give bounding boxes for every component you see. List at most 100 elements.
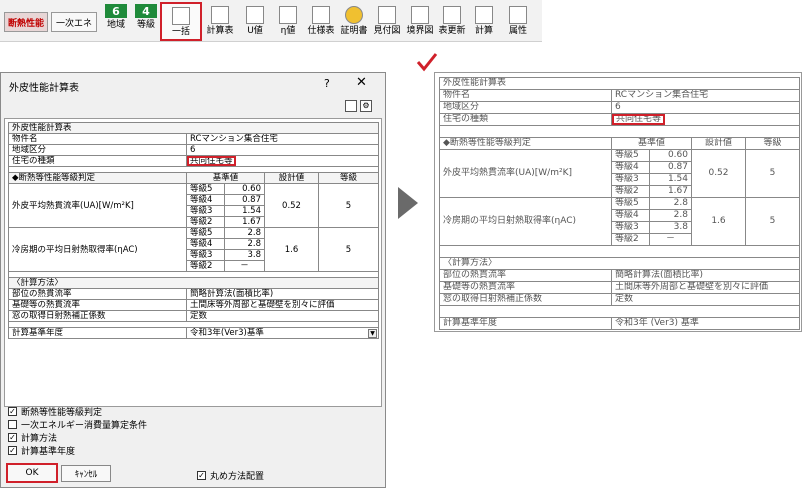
boundary-button[interactable]: 境界図 [404, 4, 436, 38]
method-checkbox[interactable]: ✓ [8, 433, 17, 442]
preview-ua-label: 外皮平均熱貫流率(UA)[W/m²K] [439, 149, 612, 198]
help-icon[interactable]: ? [324, 77, 330, 90]
eta-value-button[interactable]: η値 [273, 4, 303, 38]
preview-ua-value-4: 0.87 [649, 161, 692, 174]
judge-checkbox[interactable]: ✓ [8, 407, 17, 416]
certificate-button[interactable]: 証明書 [338, 4, 370, 38]
sheet-area[interactable]: 外皮性能計算表 物件名 RCマンション集合住宅 地域区分 6 住宅の種類 共同住宅等 … [4, 118, 382, 407]
preview-sheet: 外皮性能計算表 物件名 RCマンション集合住宅 地域区分 6 住宅の種類 共同住宅等 … [438, 77, 801, 330]
calc-sheet: 外皮性能計算表 物件名 RCマンション集合住宅 地域区分 6 住宅の種類 共同住宅等 … [7, 122, 380, 339]
preview-eta-design: 1.6 [691, 197, 746, 246]
option-primary-energy[interactable]: 一次エネルギー消費量算定条件 [8, 418, 147, 431]
grade-button[interactable]: 4 等級 [133, 4, 159, 38]
option-method[interactable]: ✓ 計算方法 [8, 431, 57, 444]
attribute-button[interactable]: 属性 [505, 4, 531, 38]
method-value-1[interactable]: 簡略計算法(面積比率) [185, 288, 380, 300]
year-select[interactable]: 令和3年(Ver3)基準 ▼ [185, 327, 380, 339]
calculate-label: 計算 [474, 26, 493, 36]
eta-grade-3: 等級3 [186, 249, 225, 261]
method-value-3[interactable]: 定数 [185, 310, 380, 322]
preview-eta-value-3: 3.8 [649, 221, 692, 234]
housing-value[interactable]: 共同住宅等 [187, 156, 236, 166]
preview-eta-grade-4: 等級4 [611, 209, 650, 222]
batch-button[interactable]: 一括 [160, 2, 202, 41]
preview-ua-grade-2: 等級2 [611, 185, 650, 198]
maru-checkbox[interactable]: ✓ [197, 471, 206, 480]
close-icon[interactable]: ✕ [356, 75, 367, 90]
elevation-button[interactable]: 見付図 [371, 4, 403, 38]
calculate-button[interactable]: 計算 [471, 4, 497, 38]
table-update-button[interactable]: 表更新 [436, 4, 468, 38]
table-icon [211, 6, 229, 24]
preview-title: 外皮性能計算表 [438, 77, 801, 90]
region-button[interactable]: 6 地域 [103, 4, 129, 38]
year-label: 計算基準年度 [8, 327, 187, 339]
calc-table-label: 計算表 [206, 26, 234, 36]
method-label-1: 部位の熱貫流率 [8, 288, 187, 300]
option-year-label: 計算基準年度 [21, 447, 76, 457]
housing-label: 住宅の種類 [8, 155, 187, 167]
region-value[interactable]: 6 [185, 144, 380, 156]
calc-table-button[interactable]: 計算表 [205, 4, 235, 38]
elevation-icon [378, 6, 396, 24]
method-header: 〈計算方法〉 [7, 277, 380, 289]
grade-label: 等級 [136, 20, 155, 30]
spec-table-button[interactable]: 仕様表 [306, 4, 336, 38]
ok-button[interactable]: OK [6, 463, 58, 483]
elevation-label: 見付図 [373, 26, 401, 36]
year-checkbox[interactable]: ✓ [8, 446, 17, 455]
eta-value-5: 2.8 [224, 227, 265, 239]
preview-property-label: 物件名 [439, 89, 612, 102]
preview-ua-grade-4: 等級4 [611, 161, 650, 174]
eta-grade-4: 等級4 [186, 238, 225, 250]
ua-grade-3: 等級3 [186, 205, 225, 217]
preview-method-label-3: 窓の取得日射熱補正係数 [439, 293, 612, 306]
result-preview: 外皮性能計算表 物件名 RCマンション集合住宅 地域区分 6 住宅の種類 共同住宅等 … [434, 72, 802, 332]
u-value-label: U値 [247, 26, 263, 36]
arrow-right-icon [398, 187, 418, 219]
property-value[interactable]: RCマンション集合住宅 [185, 133, 380, 145]
preview-ua-grade-5: 等級5 [611, 149, 650, 162]
grid-icon [172, 7, 190, 25]
col-standard: 基準値 [186, 172, 265, 184]
dropdown-arrow-icon[interactable]: ▼ [368, 329, 378, 338]
maru-option[interactable]: ✓ 丸め方法配置 [197, 469, 264, 482]
gear-icon[interactable]: ⚙ [360, 100, 372, 112]
primary-energy-tab[interactable]: 一次エネ [51, 12, 97, 32]
preview-method-value-3: 定数 [610, 293, 801, 306]
method-value-2[interactable]: 土間床等外周部と基礎壁を別々に評価 [185, 299, 380, 311]
refresh-icon [443, 6, 461, 24]
option-year[interactable]: ✓ 計算基準年度 [8, 444, 75, 457]
spec-table-icon [312, 6, 330, 24]
certificate-icon [345, 6, 363, 24]
col-design: 設計値 [264, 172, 319, 184]
preview-eta-grade-2: 等級2 [611, 233, 650, 246]
ua-value-3: 1.54 [224, 205, 265, 217]
region-label: 地域 [106, 20, 125, 30]
preview-housing-value: 共同住宅等 [612, 114, 666, 125]
year-value: 令和3年(Ver3)基準 [190, 328, 264, 338]
preview-method-label-2: 基礎等の熱貫流率 [439, 281, 612, 294]
preview-ua-value-3: 1.54 [649, 173, 692, 186]
option-judge[interactable]: ✓ 断熱等性能等級判定 [8, 405, 102, 418]
preview-method-header: 〈計算方法〉 [438, 257, 801, 270]
u-value-button[interactable]: U値 [240, 4, 270, 38]
boundary-label: 境界図 [406, 26, 434, 36]
eta-value-3: 3.8 [224, 249, 265, 261]
cancel-button[interactable]: ｷｬﾝｾﾙ [61, 465, 111, 482]
dialog-title: 外皮性能計算表 [9, 83, 79, 94]
attribute-icon [509, 6, 527, 24]
region-label: 地域区分 [8, 144, 187, 156]
primary-energy-checkbox[interactable] [8, 420, 17, 429]
eta-value-4: 2.8 [224, 238, 265, 250]
batch-label: 一括 [171, 27, 190, 37]
region-number: 6 [105, 4, 127, 18]
preview-region-value: 6 [610, 101, 801, 114]
insulation-tab[interactable]: 断熱性能 [4, 12, 48, 32]
preview-ua-value-2: 1.67 [649, 185, 692, 198]
options-panel: ✓ 断熱等性能等級判定 一次エネルギー消費量算定条件 ✓ 計算方法 ✓ 計算基準年度 [4, 405, 382, 457]
paste-icon[interactable] [345, 100, 357, 112]
check-icon [416, 53, 438, 72]
preview-eta-value-2: － [649, 233, 692, 246]
eta-value-2: － [224, 260, 265, 272]
